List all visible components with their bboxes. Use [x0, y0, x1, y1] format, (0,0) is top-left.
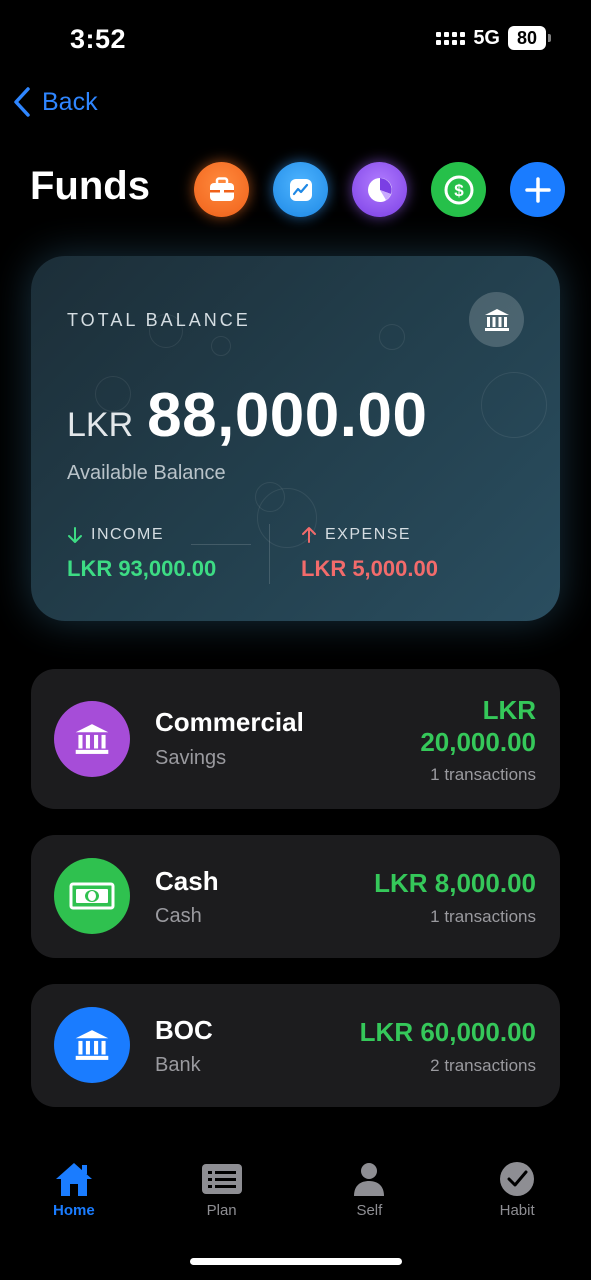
- account-card-commercial[interactable]: Commercial Savings LKR 20,000.00 1 trans…: [31, 669, 560, 809]
- account-transactions: 1 transactions: [430, 907, 536, 926]
- account-type: Savings: [155, 747, 227, 769]
- account-type: Bank: [155, 1054, 201, 1076]
- network-label: 5G: [473, 26, 500, 49]
- account-card-cash[interactable]: Cash Cash LKR 8,000.00 1 transactions: [31, 835, 560, 958]
- tab-label: Habit: [499, 1202, 535, 1219]
- briefcase-button[interactable]: [194, 162, 249, 217]
- home-icon: [55, 1163, 92, 1196]
- battery-icon: 80: [508, 26, 551, 50]
- back-label: Back: [42, 87, 98, 116]
- account-avatar: [54, 701, 130, 777]
- briefcase-icon: [209, 176, 234, 201]
- tab-label: Self: [356, 1202, 383, 1219]
- account-transactions: 2 transactions: [430, 1056, 536, 1075]
- account-name: Cash: [155, 866, 219, 896]
- status-indicators: 5G 80: [436, 26, 551, 50]
- account-type: Cash: [155, 905, 202, 927]
- tab-self[interactable]: Self: [296, 1160, 444, 1230]
- banknote-icon: [69, 882, 115, 910]
- account-name: BOC: [155, 1015, 213, 1045]
- bank-icon: [75, 1030, 109, 1060]
- arrow-up-icon: [302, 527, 316, 543]
- expense-stat: EXPENSE LKR 5,000.00: [301, 526, 438, 582]
- svg-text:$: $: [454, 181, 464, 200]
- status-bar: 3:52 5G 80: [0, 0, 591, 80]
- expense-value: LKR 5,000.00: [301, 556, 438, 581]
- page-title: Funds: [30, 164, 150, 208]
- header: Funds $: [30, 160, 565, 220]
- status-time: 3:52: [70, 24, 127, 54]
- account-amount: LKR 60,000.00: [359, 1017, 536, 1047]
- dollar-button[interactable]: $: [431, 162, 486, 217]
- balance-amount-row: LKR 88,000.00: [67, 380, 427, 451]
- tab-label: Home: [53, 1202, 95, 1219]
- header-actions: $: [194, 162, 565, 217]
- chevron-left-icon: [14, 87, 30, 117]
- account-amount: 20,000.00: [420, 727, 536, 757]
- account-card-boc[interactable]: BOC Bank LKR 60,000.00 2 transactions: [31, 984, 560, 1107]
- dollar-icon: $: [444, 175, 473, 204]
- account-amount-currency: LKR: [482, 695, 536, 725]
- add-button[interactable]: [510, 162, 565, 217]
- account-avatar: [54, 858, 130, 934]
- tab-home[interactable]: Home: [0, 1160, 148, 1230]
- balance-amount: 88,000.00: [147, 381, 428, 450]
- plus-icon: [524, 176, 551, 203]
- balance-currency: LKR: [67, 406, 134, 444]
- total-balance-label: TOTAL BALANCE: [67, 310, 251, 330]
- trend-chart-button[interactable]: [273, 162, 328, 217]
- tab-bar: Home Plan Self Habit: [0, 1160, 591, 1230]
- income-stat: INCOME LKR 93,000.00: [67, 526, 216, 582]
- account-name: Commercial: [155, 707, 304, 737]
- tab-label: Plan: [206, 1202, 237, 1219]
- pie-chart-icon: [367, 177, 392, 202]
- expense-label: EXPENSE: [325, 526, 412, 543]
- total-balance-card: TOTAL BALANCE LKR 88,000.00 Available Ba…: [31, 256, 560, 621]
- list-icon: [201, 1164, 242, 1194]
- trend-chart-icon: [289, 178, 312, 201]
- checkmark-icon: [500, 1162, 535, 1196]
- account-transactions: 1 transactions: [430, 765, 536, 784]
- income-label: INCOME: [91, 526, 164, 543]
- bank-badge: [469, 292, 524, 347]
- account-amount: LKR 8,000.00: [374, 868, 536, 898]
- back-button[interactable]: Back: [12, 86, 98, 118]
- arrow-down-icon: [68, 527, 82, 543]
- battery-level: 80: [508, 26, 546, 50]
- tab-habit[interactable]: Habit: [443, 1160, 591, 1230]
- bank-icon: [75, 724, 109, 754]
- income-value: LKR 93,000.00: [67, 556, 217, 581]
- account-avatar: [54, 1007, 130, 1083]
- home-indicator[interactable]: [190, 1258, 402, 1265]
- tab-plan[interactable]: Plan: [148, 1160, 296, 1230]
- person-icon: [354, 1163, 385, 1196]
- pie-chart-button[interactable]: [352, 162, 407, 217]
- available-balance-label: Available Balance: [67, 462, 226, 484]
- bank-icon: [484, 308, 509, 331]
- signal-icon: [436, 31, 466, 45]
